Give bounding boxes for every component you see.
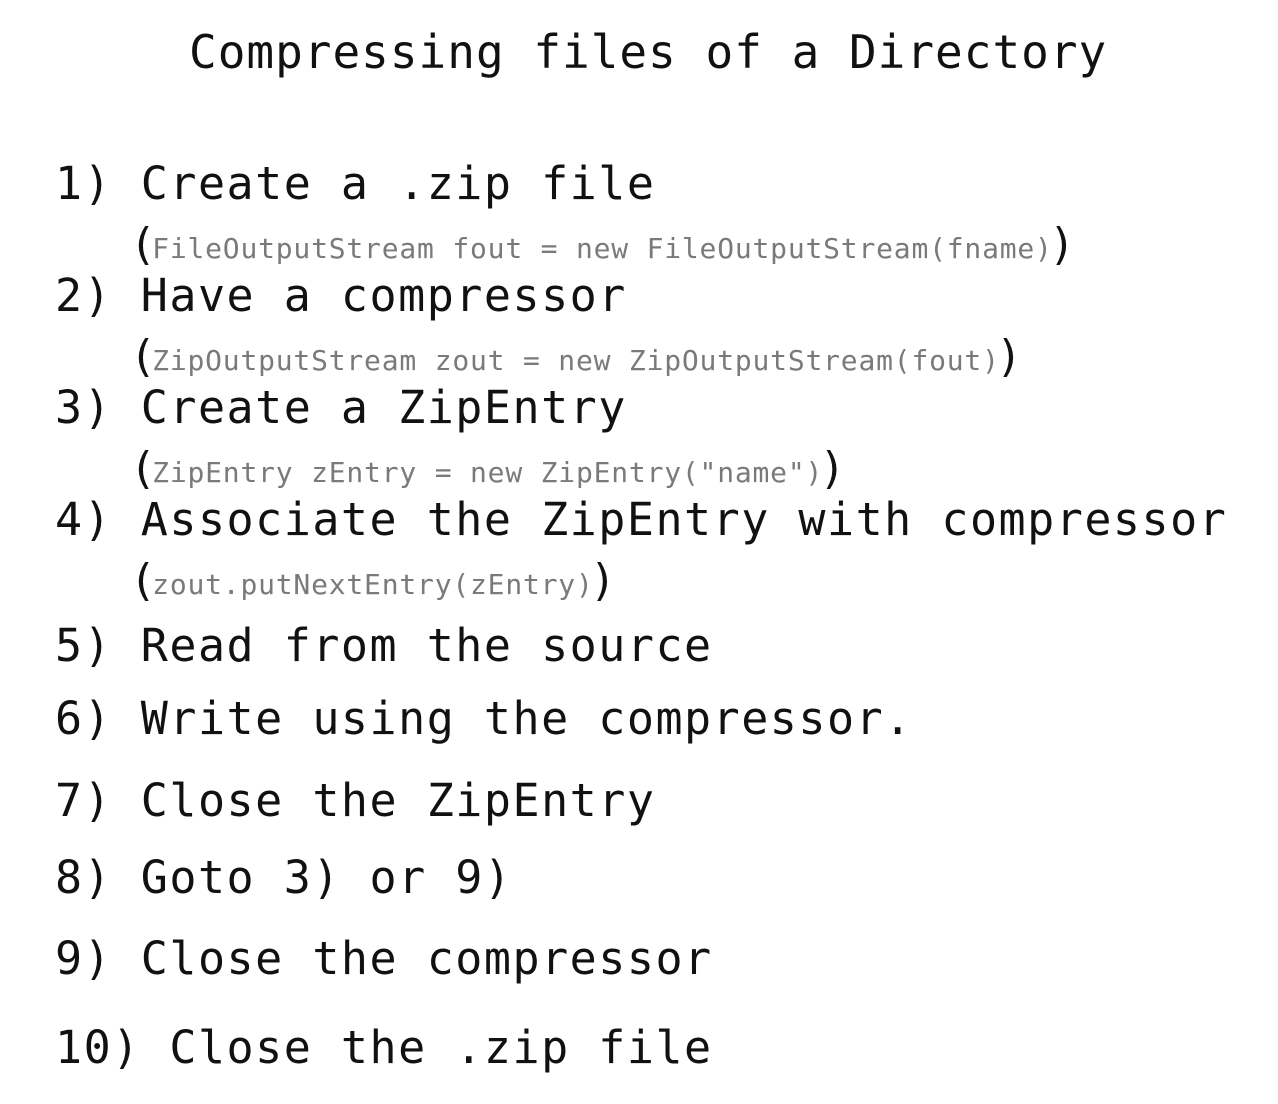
close-paren: )	[593, 555, 611, 606]
step-4: 4) Associate the ZipEntry with compresso…	[55, 493, 1228, 546]
step-1: 1) Create a .zip file	[55, 157, 656, 210]
step-3: 3) Create a ZipEntry	[55, 381, 627, 434]
step-5: 5) Read from the source	[55, 619, 713, 672]
step-2-code: ( ZipOutputStream zout = new ZipOutputSt…	[135, 332, 1017, 382]
code-snippet: ZipEntry zEntry = new ZipEntry("name")	[152, 455, 824, 489]
step-7: 7) Close the ZipEntry	[55, 774, 656, 827]
close-paren: )	[999, 331, 1017, 382]
open-paren: (	[135, 555, 153, 606]
step-3-code: ( ZipEntry zEntry = new ZipEntry("name")…	[135, 444, 840, 494]
step-6: 6) Write using the compressor.	[55, 692, 913, 745]
code-snippet: zout.putNextEntry(zEntry)	[152, 567, 594, 601]
step-2: 2) Have a compressor	[55, 269, 627, 322]
close-paren: )	[823, 443, 841, 494]
open-paren: (	[135, 443, 153, 494]
page-title: Compressing files of a Directory	[189, 25, 1108, 79]
step-8: 8) Goto 3) or 9)	[55, 851, 513, 904]
close-paren: )	[1052, 219, 1070, 270]
open-paren: (	[135, 219, 153, 270]
step-1-code: ( FileOutputStream fout = new FileOutput…	[135, 220, 1070, 270]
step-4-code: ( zout.putNextEntry(zEntry) )	[135, 556, 611, 606]
code-snippet: FileOutputStream fout = new FileOutputSt…	[152, 231, 1053, 265]
open-paren: (	[135, 331, 153, 382]
step-9: 9) Close the compressor	[55, 932, 713, 985]
step-10: 10) Close the .zip file	[55, 1021, 713, 1074]
code-snippet: ZipOutputStream zout = new ZipOutputStre…	[152, 343, 1000, 377]
